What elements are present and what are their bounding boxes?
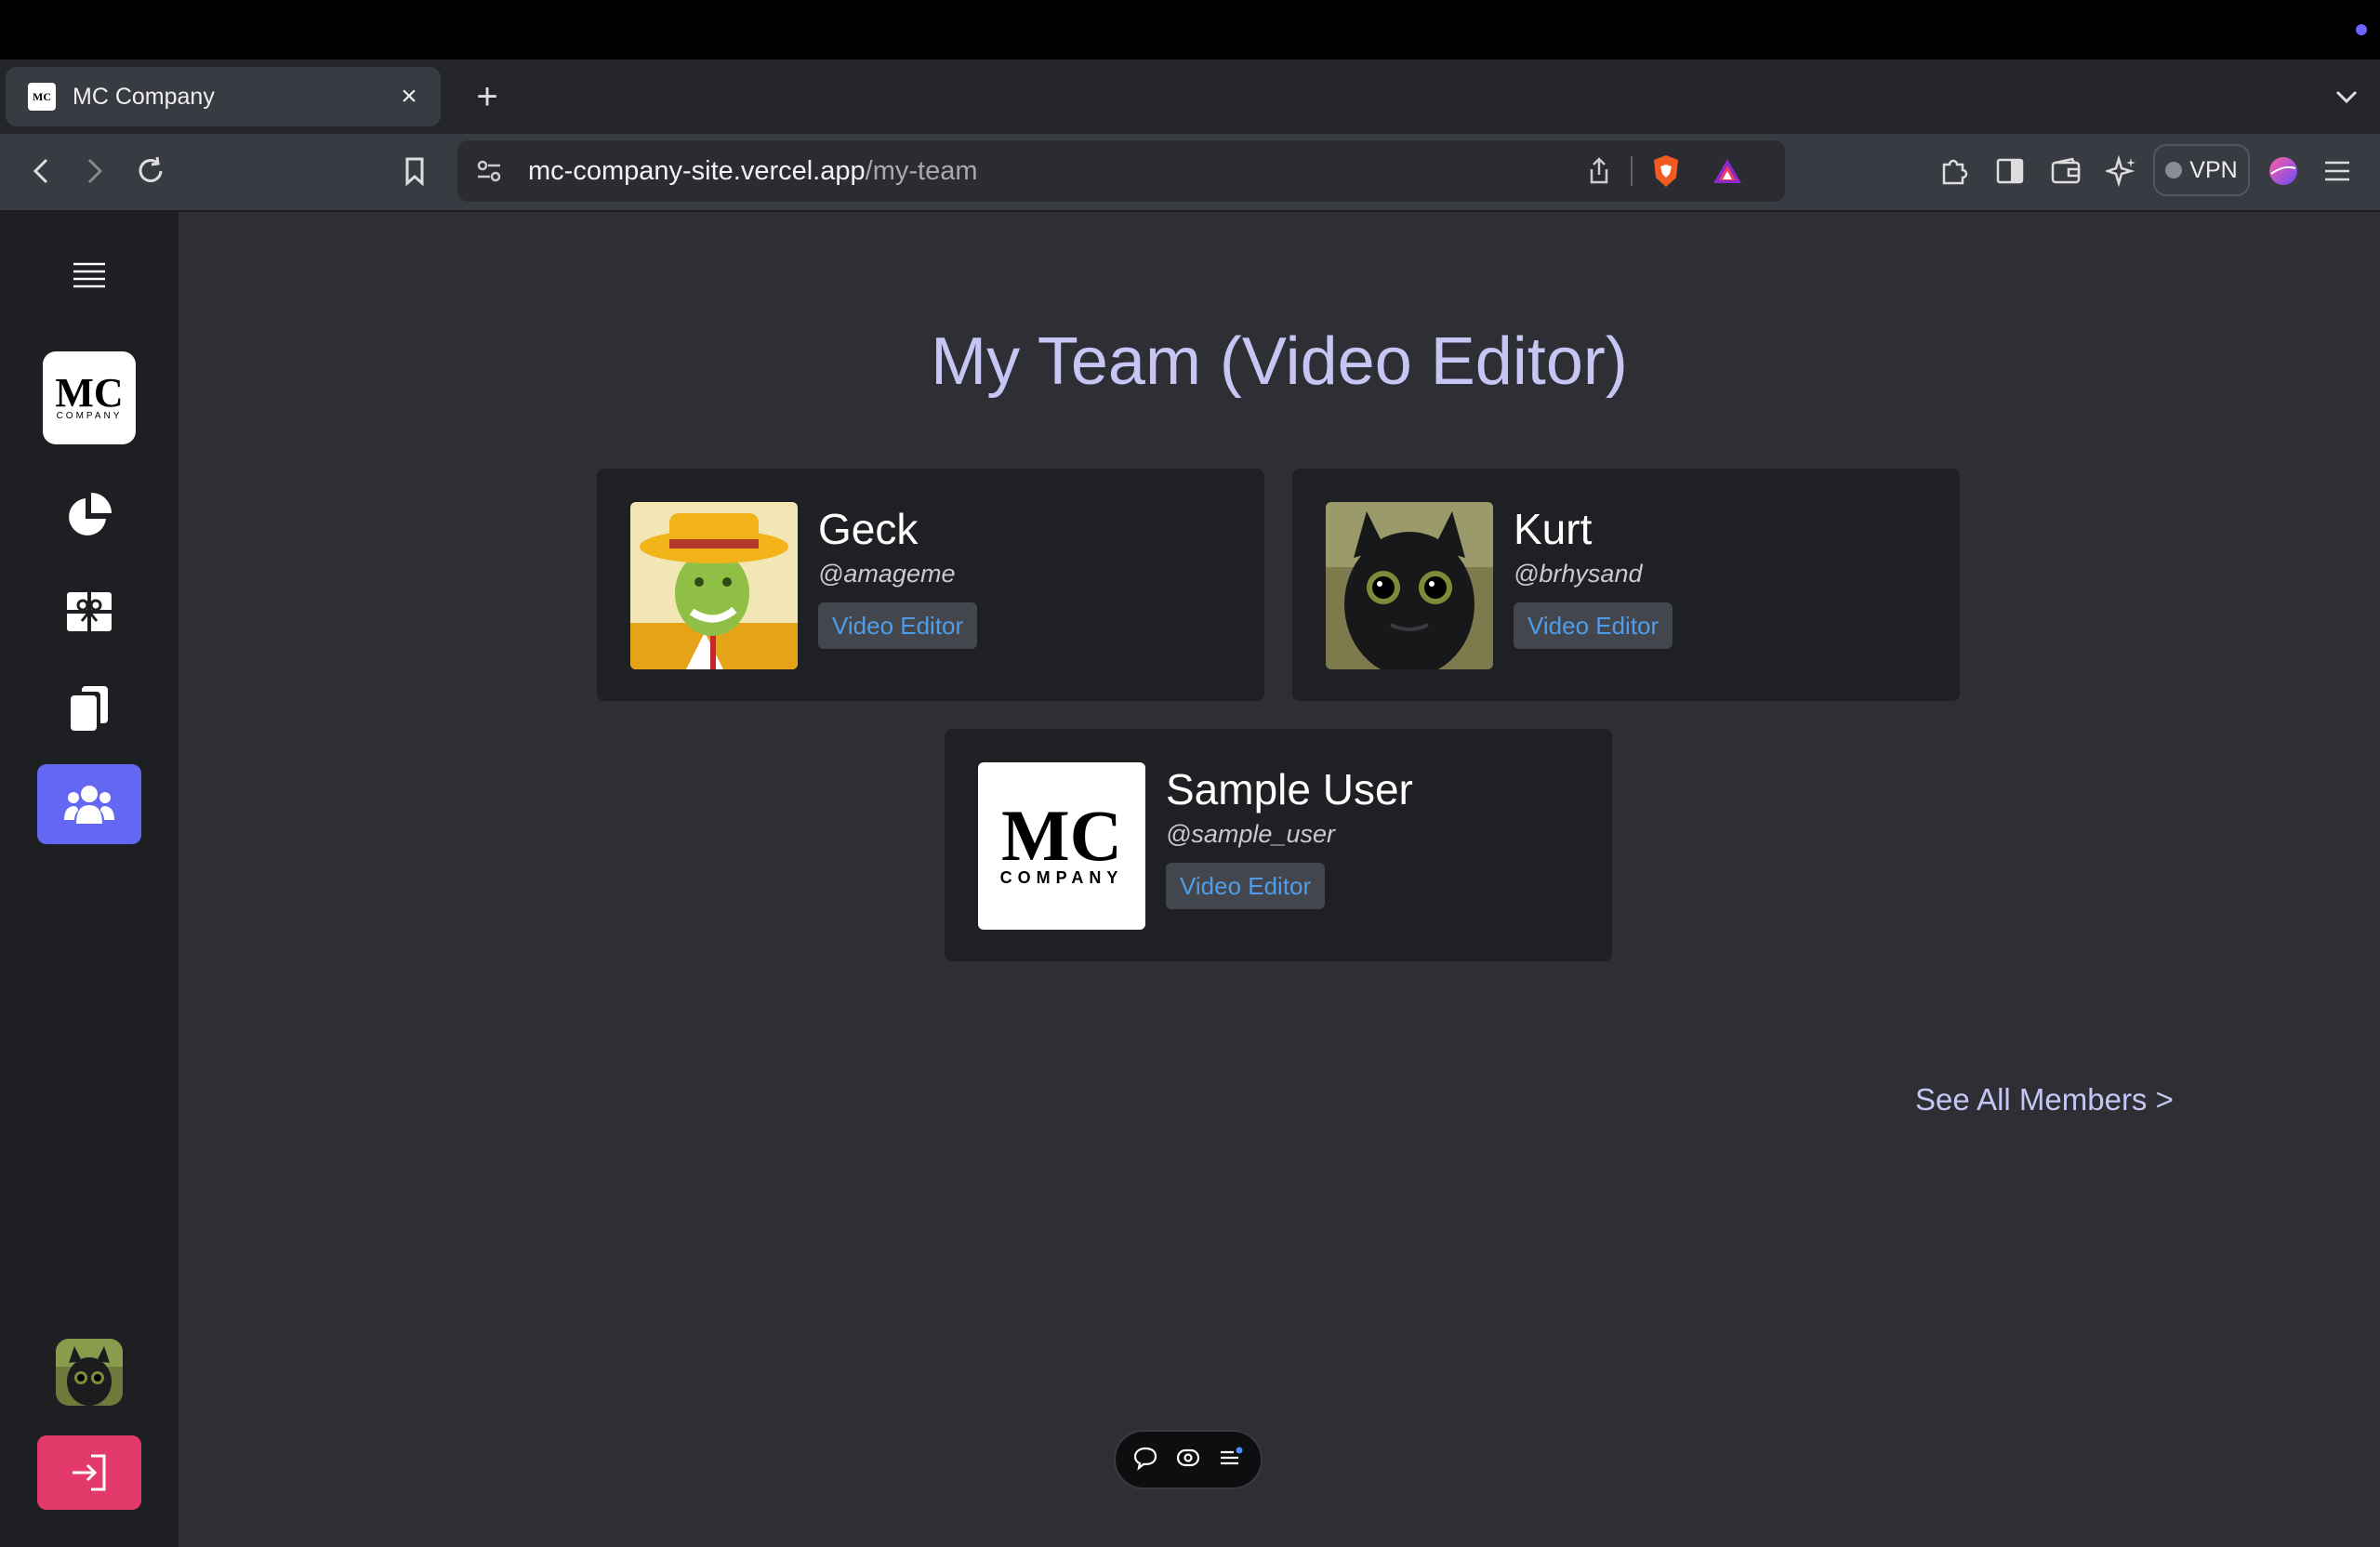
member-card[interactable]: Geck @amageme Video Editor bbox=[597, 469, 1264, 701]
leo-ai-icon[interactable] bbox=[2099, 149, 2144, 193]
member-name: Geck bbox=[818, 505, 919, 553]
member-avatar bbox=[630, 502, 798, 669]
brave-shields-icon[interactable] bbox=[1644, 149, 1688, 193]
back-icon[interactable] bbox=[19, 149, 63, 193]
page-title: My Team (Video Editor) bbox=[931, 324, 1628, 399]
divider bbox=[1631, 156, 1633, 186]
pie-chart-icon[interactable] bbox=[61, 487, 117, 543]
menu-notification-icon[interactable] bbox=[1218, 1445, 1244, 1475]
site-settings-icon[interactable] bbox=[467, 149, 511, 193]
logout-icon bbox=[73, 1454, 106, 1491]
member-handle: @sample_user bbox=[1166, 820, 1335, 848]
tab-mc-company[interactable]: MC MC Company × bbox=[6, 67, 441, 126]
rewards-icon[interactable] bbox=[1705, 149, 1750, 193]
nav-my-team[interactable] bbox=[37, 764, 141, 844]
comment-icon[interactable] bbox=[1132, 1445, 1158, 1475]
tab-list-chevron-icon[interactable] bbox=[2326, 76, 2367, 117]
os-top-bar bbox=[0, 0, 2380, 60]
hamburger-icon[interactable] bbox=[65, 251, 113, 299]
extensions-icon[interactable] bbox=[1932, 149, 1977, 193]
member-avatar: MC COMPANY bbox=[978, 762, 1145, 930]
company-logo[interactable]: MC COMPANY bbox=[43, 351, 136, 444]
reload-icon[interactable] bbox=[128, 149, 173, 193]
see-all-members-link[interactable]: See All Members > bbox=[1915, 1082, 2174, 1117]
tab-strip: MC MC Company × + bbox=[0, 60, 2380, 134]
close-tab-icon[interactable]: × bbox=[392, 80, 426, 113]
role-badge: Video Editor bbox=[1166, 863, 1326, 909]
avatar-company: COMPANY bbox=[999, 867, 1124, 887]
member-name: Kurt bbox=[1514, 505, 1593, 553]
url-domain: mc-company-site.vercel.app bbox=[528, 156, 866, 186]
vpn-button[interactable]: VPN bbox=[2153, 144, 2250, 196]
bookmark-icon[interactable] bbox=[392, 149, 437, 193]
app-sidebar: MC COMPANY bbox=[0, 212, 178, 1547]
vpn-status-icon bbox=[2165, 162, 2183, 178]
logout-button[interactable] bbox=[37, 1435, 141, 1510]
profile-icon[interactable] bbox=[2261, 149, 2306, 193]
sidebar-toggle-icon[interactable] bbox=[1988, 149, 2032, 193]
member-handle: @amageme bbox=[818, 560, 956, 588]
main-menu-icon[interactable] bbox=[2315, 149, 2360, 193]
status-dot bbox=[2356, 24, 2367, 35]
member-card[interactable]: Kurt @brhysand Video Editor bbox=[1292, 469, 1960, 701]
main-content: My Team (Video Editor) Geck @amageme Vid… bbox=[178, 212, 2380, 1547]
gift-icon[interactable] bbox=[61, 584, 117, 640]
address-bar[interactable]: mc-company-site.vercel.app/my-team bbox=[457, 140, 1785, 202]
eye-icon[interactable] bbox=[1175, 1445, 1201, 1475]
new-tab-button[interactable]: + bbox=[463, 73, 511, 121]
floating-toolbar bbox=[1114, 1430, 1263, 1489]
users-icon bbox=[64, 786, 114, 824]
browser-toolbar: mc-company-site.vercel.app/my-team VPN bbox=[0, 134, 2380, 212]
vpn-label: VPN bbox=[2189, 156, 2238, 183]
logo-company: COMPANY bbox=[56, 410, 123, 421]
role-badge: Video Editor bbox=[1514, 602, 1673, 649]
logo-mc: MC bbox=[55, 369, 124, 416]
role-badge: Video Editor bbox=[818, 602, 978, 649]
copy-icon[interactable] bbox=[61, 681, 117, 736]
member-avatar bbox=[1326, 502, 1493, 669]
user-avatar[interactable] bbox=[56, 1339, 123, 1406]
member-name: Sample User bbox=[1166, 765, 1413, 813]
share-icon[interactable] bbox=[1577, 149, 1621, 193]
member-handle: @brhysand bbox=[1514, 560, 1643, 588]
avatar-mc: MC bbox=[1001, 794, 1122, 876]
company-logo-avatar: MC COMPANY bbox=[978, 762, 1145, 930]
url-path: /my-team bbox=[865, 156, 978, 186]
tab-title: MC Company bbox=[73, 83, 215, 110]
favicon: MC bbox=[28, 83, 56, 111]
member-card[interactable]: MC COMPANY Sample User @sample_user Vide… bbox=[945, 729, 1612, 961]
wallet-icon[interactable] bbox=[2043, 149, 2088, 193]
url-text[interactable]: mc-company-site.vercel.app/my-team bbox=[528, 156, 977, 187]
forward-icon[interactable] bbox=[73, 149, 117, 193]
